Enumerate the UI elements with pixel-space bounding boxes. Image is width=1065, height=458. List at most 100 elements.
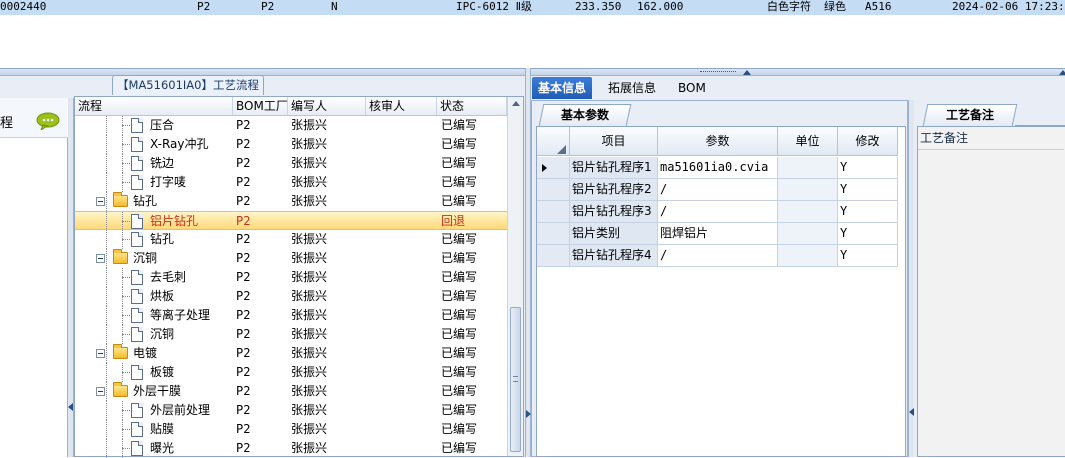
params-grid[interactable]: 项目 参数 单位 修改 铝片钻孔程序1 ma51601ia0.cvia Y 铝片钻孔程… — [536, 126, 906, 457]
col-bom-factory[interactable]: BOM工厂 — [233, 97, 288, 115]
flow-row[interactable]: 烘板 P2 张振兴 已编写 — [75, 287, 507, 306]
collapse-icon[interactable] — [96, 254, 105, 263]
col-param[interactable]: 参数 — [658, 127, 778, 156]
bom-factory: P2 — [236, 232, 251, 246]
tree-line — [122, 372, 130, 373]
param-row[interactable]: 铝片钻孔程序1 ma51601ia0.cvia Y — [537, 157, 907, 179]
chat-bubble-icon[interactable] — [36, 112, 60, 130]
row-indicator[interactable] — [537, 223, 570, 245]
step-name: 沉铜 — [133, 251, 158, 265]
author: 张振兴 — [291, 137, 328, 151]
row-cell-timestamp: 2024-02-06 17:23:03 — [952, 0, 1065, 13]
param-row[interactable]: 铝片钻孔程序2/ Y — [537, 179, 907, 201]
param-unit[interactable] — [778, 201, 838, 223]
param-modify[interactable]: Y — [838, 201, 898, 223]
flow-row[interactable]: 去毛刺 P2 张振兴 已编写 — [75, 268, 507, 287]
flow-row[interactable]: 外层前处理 P2 张振兴 已编写 — [75, 401, 507, 420]
step-name: 等离子处理 — [150, 308, 211, 322]
row-indicator[interactable] — [537, 157, 570, 179]
param-unit[interactable] — [778, 223, 838, 245]
row-cell-6: 162.000 — [637, 0, 684, 13]
flow-row[interactable]: 打字唛 P2 张振兴 已编写 — [75, 173, 507, 192]
scroll-up-icon[interactable] — [512, 101, 520, 106]
process-flow-tree[interactable]: 流程 BOM工厂 编写人 核审人 状态 压合 P2 张振兴 已编写 X-Ray冲孔 P2 张… — [74, 96, 524, 458]
param-row[interactable]: 铝片钻孔程序4/ Y — [537, 245, 907, 267]
tab-basic-params-label: 基本参数 — [560, 108, 609, 122]
collapse-left-icon[interactable] — [68, 403, 73, 411]
row-cell-3: N — [331, 0, 338, 13]
param-row[interactable]: 铝片类别 阻焊铝片 Y — [537, 223, 907, 245]
param-value[interactable]: 阻焊铝片 — [658, 223, 778, 245]
grid-corner[interactable] — [537, 127, 570, 156]
collapse-up-icon[interactable] — [743, 70, 751, 75]
flow-row[interactable]: 铣边 P2 张振兴 已编写 — [75, 154, 507, 173]
param-value[interactable]: / — [658, 179, 778, 201]
flow-row[interactable]: 等离子处理 P2 张振兴 已编写 — [75, 306, 507, 325]
flow-row[interactable]: 压合 P2 张振兴 已编写 — [75, 116, 507, 135]
flow-row[interactable]: 钻孔 P2 张振兴 已编写 — [75, 192, 507, 211]
notes-label: 工艺备注 — [920, 131, 969, 145]
status: 已编写 — [441, 346, 478, 360]
param-modify[interactable]: Y — [838, 223, 898, 245]
tab-extended-info[interactable]: 拓展信息 — [602, 77, 662, 99]
param-unit[interactable] — [778, 245, 838, 267]
top-order-row[interactable]: 0002440 P2 P2 N IPC-6012 Ⅱ级 233.350 162.… — [0, 0, 1065, 15]
tree-line — [106, 154, 107, 173]
param-modify[interactable]: Y — [838, 245, 898, 267]
flow-row[interactable]: 板镀 P2 张振兴 已编写 — [75, 363, 507, 382]
param-value[interactable]: ma51601ia0.cvia — [658, 157, 778, 179]
col-reviewer[interactable]: 核审人 — [366, 97, 437, 115]
tab-basic-params[interactable]: 基本参数 — [538, 104, 632, 126]
bom-factory: P2 — [236, 194, 251, 208]
collapse-icon[interactable] — [96, 349, 105, 358]
flow-row[interactable]: 钻孔 P2 张振兴 已编写 — [75, 230, 507, 249]
bom-factory: P2 — [236, 346, 251, 360]
splitter-grip[interactable] — [700, 71, 736, 74]
flow-row[interactable]: 外层干膜 P2 张振兴 已编写 — [75, 382, 507, 401]
author: 张振兴 — [291, 194, 328, 208]
tree-line — [122, 125, 130, 126]
collapse-icon[interactable] — [96, 197, 105, 206]
document-icon — [131, 403, 143, 418]
col-modify[interactable]: 修改 — [838, 127, 898, 156]
col-unit[interactable]: 单位 — [778, 127, 838, 156]
step-name: 外层前处理 — [150, 403, 211, 417]
flow-row[interactable]: 贴膜 P2 张振兴 已编写 — [75, 420, 507, 439]
flow-row[interactable]: 铝片钻孔 P2 回退 — [75, 211, 507, 231]
flow-row[interactable]: 沉铜 P2 张振兴 已编写 — [75, 249, 507, 268]
row-indicator[interactable] — [537, 245, 570, 267]
tab-basic-info[interactable]: 基本信息 — [532, 77, 593, 99]
param-modify[interactable]: Y — [838, 157, 898, 179]
col-author[interactable]: 编写人 — [288, 97, 366, 115]
col-process[interactable]: 流程 — [75, 97, 233, 115]
status: 已编写 — [441, 289, 478, 303]
scroll-thumb[interactable] — [510, 307, 521, 452]
param-unit[interactable] — [778, 157, 838, 179]
tree-line — [122, 239, 130, 240]
status: 已编写 — [441, 384, 478, 398]
param-unit[interactable] — [778, 179, 838, 201]
tab-process-notes[interactable]: 工艺备注 — [922, 104, 1018, 126]
param-value[interactable]: / — [658, 201, 778, 223]
document-icon — [131, 365, 143, 380]
flow-scrollbar[interactable] — [507, 97, 523, 456]
col-item[interactable]: 项目 — [570, 127, 658, 156]
notes-editor[interactable]: 工艺备注 — [917, 126, 1065, 457]
flow-row[interactable]: 电镀 P2 张振兴 已编写 — [75, 344, 507, 363]
row-indicator[interactable] — [537, 179, 570, 201]
collapse-icon[interactable] — [96, 387, 105, 396]
flow-row[interactable]: 曝光 P2 张振兴 已编写 — [75, 439, 507, 458]
bom-factory: P2 — [236, 365, 251, 379]
tab-bom[interactable]: BOM — [672, 77, 712, 99]
param-value[interactable]: / — [658, 245, 778, 267]
tree-line — [106, 344, 107, 363]
document-icon — [131, 118, 143, 133]
param-modify[interactable]: Y — [838, 179, 898, 201]
row-indicator[interactable] — [537, 201, 570, 223]
folder-icon — [113, 344, 128, 359]
flow-row[interactable]: X-Ray冲孔 P2 张振兴 已编写 — [75, 135, 507, 154]
flow-row[interactable]: 沉铜 P2 张振兴 已编写 — [75, 325, 507, 344]
collapse-up-icon-right[interactable] — [1059, 70, 1065, 75]
param-row[interactable]: 铝片钻孔程序3/ Y — [537, 201, 907, 223]
col-status[interactable]: 状态 — [437, 97, 507, 115]
